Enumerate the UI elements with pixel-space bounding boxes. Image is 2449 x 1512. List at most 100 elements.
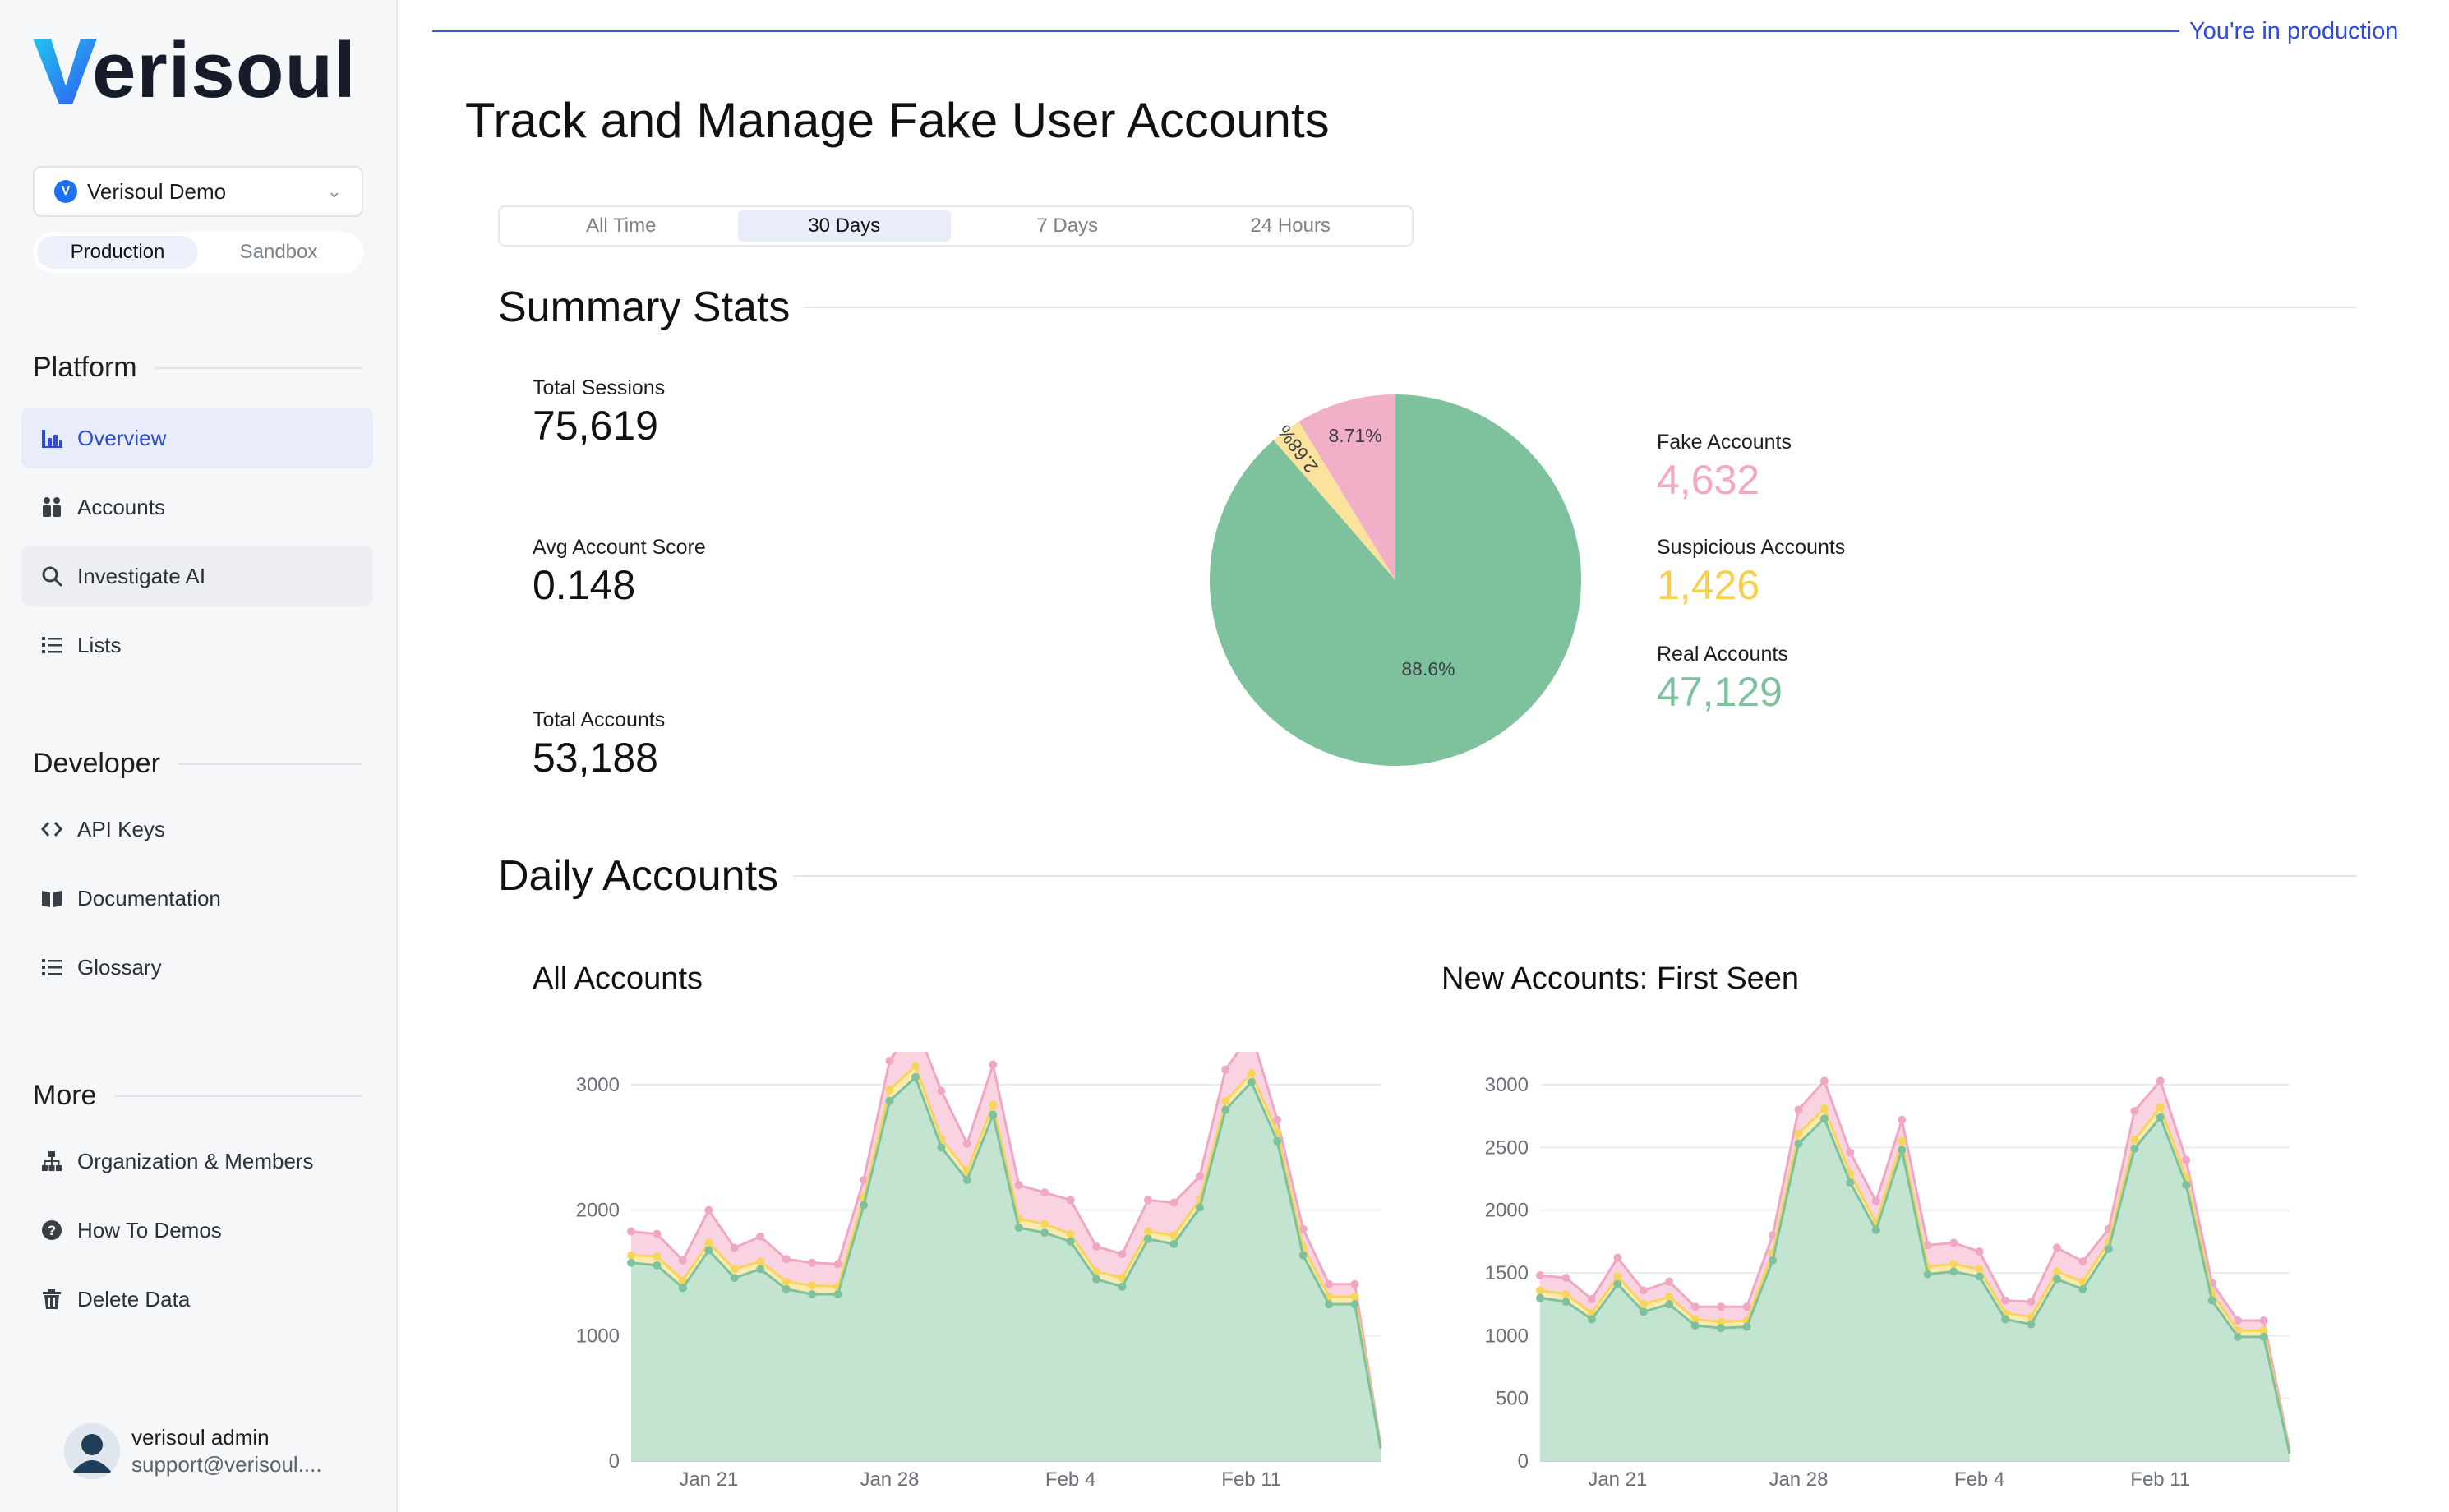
- data-point[interactable]: [1949, 1260, 1958, 1269]
- data-point[interactable]: [1923, 1270, 1932, 1279]
- data-point[interactable]: [782, 1277, 791, 1286]
- data-point[interactable]: [1195, 1172, 1204, 1181]
- data-point[interactable]: [2027, 1298, 2036, 1307]
- data-point[interactable]: [2001, 1315, 2010, 1324]
- data-point[interactable]: [885, 1096, 894, 1105]
- data-point[interactable]: [1742, 1322, 1751, 1331]
- data-point[interactable]: [1975, 1265, 1984, 1274]
- data-point[interactable]: [2182, 1155, 2191, 1164]
- data-point[interactable]: [2259, 1316, 2268, 1325]
- data-point[interactable]: [1665, 1293, 1674, 1302]
- data-point[interactable]: [989, 1110, 998, 1119]
- data-point[interactable]: [885, 1056, 894, 1065]
- tab-24-hours[interactable]: 24 Hours: [1184, 210, 1398, 242]
- data-point[interactable]: [1040, 1219, 1049, 1228]
- data-point[interactable]: [1639, 1307, 1648, 1316]
- data-point[interactable]: [2052, 1267, 2061, 1276]
- data-point[interactable]: [678, 1256, 687, 1265]
- data-point[interactable]: [1898, 1146, 1907, 1155]
- data-point[interactable]: [1221, 1096, 1230, 1105]
- data-point[interactable]: [704, 1246, 713, 1255]
- data-point[interactable]: [2130, 1136, 2139, 1145]
- data-point[interactable]: [1794, 1129, 1803, 1138]
- sidebar-item-accounts[interactable]: Accounts: [21, 477, 373, 537]
- data-point[interactable]: [962, 1139, 971, 1148]
- data-point[interactable]: [937, 1143, 946, 1152]
- data-point[interactable]: [1118, 1250, 1127, 1259]
- data-point[interactable]: [1350, 1300, 1359, 1309]
- sidebar-item-documentation[interactable]: Documentation: [21, 868, 373, 929]
- data-point[interactable]: [1143, 1196, 1152, 1205]
- data-point[interactable]: [2052, 1275, 2061, 1284]
- data-point[interactable]: [1587, 1295, 1596, 1304]
- data-point[interactable]: [627, 1251, 635, 1260]
- data-point[interactable]: [1975, 1247, 1984, 1256]
- data-point[interactable]: [1247, 1069, 1256, 1078]
- data-point[interactable]: [1690, 1302, 1700, 1311]
- data-point[interactable]: [1040, 1188, 1049, 1197]
- data-point[interactable]: [1690, 1321, 1700, 1330]
- data-point[interactable]: [1949, 1267, 1958, 1276]
- data-point[interactable]: [1169, 1239, 1178, 1248]
- data-point[interactable]: [833, 1289, 842, 1298]
- data-point[interactable]: [1066, 1196, 1075, 1205]
- data-point[interactable]: [1949, 1238, 1958, 1247]
- data-point[interactable]: [756, 1232, 765, 1241]
- data-point[interactable]: [1665, 1300, 1674, 1309]
- data-point[interactable]: [1613, 1279, 1622, 1288]
- data-point[interactable]: [1536, 1286, 1544, 1295]
- data-point[interactable]: [808, 1289, 817, 1298]
- data-point[interactable]: [1195, 1203, 1204, 1212]
- data-point[interactable]: [1040, 1228, 1049, 1238]
- data-point[interactable]: [2234, 1316, 2243, 1325]
- data-point[interactable]: [2130, 1107, 2139, 1116]
- data-point[interactable]: [1066, 1237, 1075, 1246]
- sidebar-item-glossary[interactable]: Glossary: [21, 937, 373, 998]
- data-point[interactable]: [860, 1201, 869, 1210]
- data-point[interactable]: [1561, 1298, 1570, 1307]
- sidebar-item-api-keys[interactable]: API Keys: [21, 799, 373, 860]
- env-sandbox-button[interactable]: Sandbox: [198, 236, 359, 269]
- data-point[interactable]: [1298, 1251, 1308, 1260]
- sidebar-item-how-to-demos[interactable]: ? How To Demos: [21, 1200, 373, 1261]
- data-point[interactable]: [1066, 1229, 1075, 1238]
- data-point[interactable]: [808, 1258, 817, 1267]
- data-point[interactable]: [1819, 1104, 1829, 1113]
- data-point[interactable]: [989, 1100, 998, 1109]
- data-point[interactable]: [1639, 1286, 1648, 1295]
- data-point[interactable]: [1717, 1324, 1726, 1333]
- data-point[interactable]: [653, 1252, 662, 1261]
- data-point[interactable]: [756, 1257, 765, 1266]
- data-point[interactable]: [911, 1062, 920, 1071]
- data-point[interactable]: [1247, 1077, 1256, 1086]
- data-point[interactable]: [1846, 1178, 1855, 1187]
- data-point[interactable]: [756, 1265, 765, 1274]
- sidebar-item-delete-data[interactable]: Delete Data: [21, 1269, 373, 1330]
- data-point[interactable]: [833, 1260, 842, 1269]
- data-point[interactable]: [937, 1086, 946, 1095]
- data-point[interactable]: [1769, 1256, 1778, 1265]
- data-point[interactable]: [808, 1281, 817, 1290]
- data-point[interactable]: [2104, 1244, 2113, 1253]
- data-point[interactable]: [1536, 1293, 1544, 1302]
- data-point[interactable]: [1717, 1302, 1726, 1311]
- data-point[interactable]: [1143, 1227, 1152, 1236]
- data-point[interactable]: [1273, 1115, 1282, 1124]
- data-point[interactable]: [1561, 1289, 1570, 1298]
- sidebar-item-lists[interactable]: Lists: [21, 615, 373, 675]
- data-point[interactable]: [2259, 1332, 2268, 1341]
- data-point[interactable]: [1221, 1105, 1230, 1114]
- data-point[interactable]: [730, 1265, 739, 1274]
- sidebar-item-organization-members[interactable]: Organization & Members: [21, 1131, 373, 1192]
- data-point[interactable]: [627, 1258, 635, 1267]
- data-point[interactable]: [1587, 1315, 1596, 1324]
- data-point[interactable]: [1118, 1282, 1127, 1291]
- data-point[interactable]: [1819, 1114, 1829, 1123]
- data-point[interactable]: [2156, 1103, 2165, 1112]
- data-point[interactable]: [1819, 1076, 1829, 1086]
- tab-all-time[interactable]: All Time: [514, 210, 728, 242]
- data-point[interactable]: [2027, 1320, 2036, 1329]
- data-point[interactable]: [653, 1261, 662, 1270]
- data-point[interactable]: [885, 1086, 894, 1095]
- data-point[interactable]: [782, 1255, 791, 1264]
